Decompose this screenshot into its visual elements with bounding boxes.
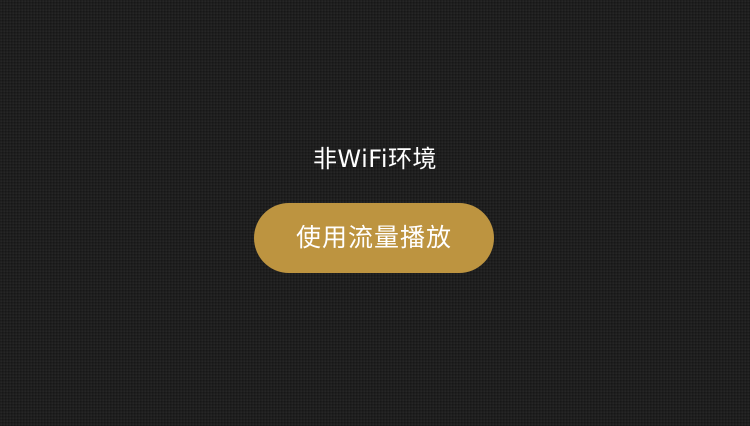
non-wifi-message: 非WiFi环境 [312,145,438,173]
network-warning-overlay: 非WiFi环境 使用流量播放 [0,0,750,426]
play-with-cellular-button[interactable]: 使用流量播放 [254,203,494,273]
